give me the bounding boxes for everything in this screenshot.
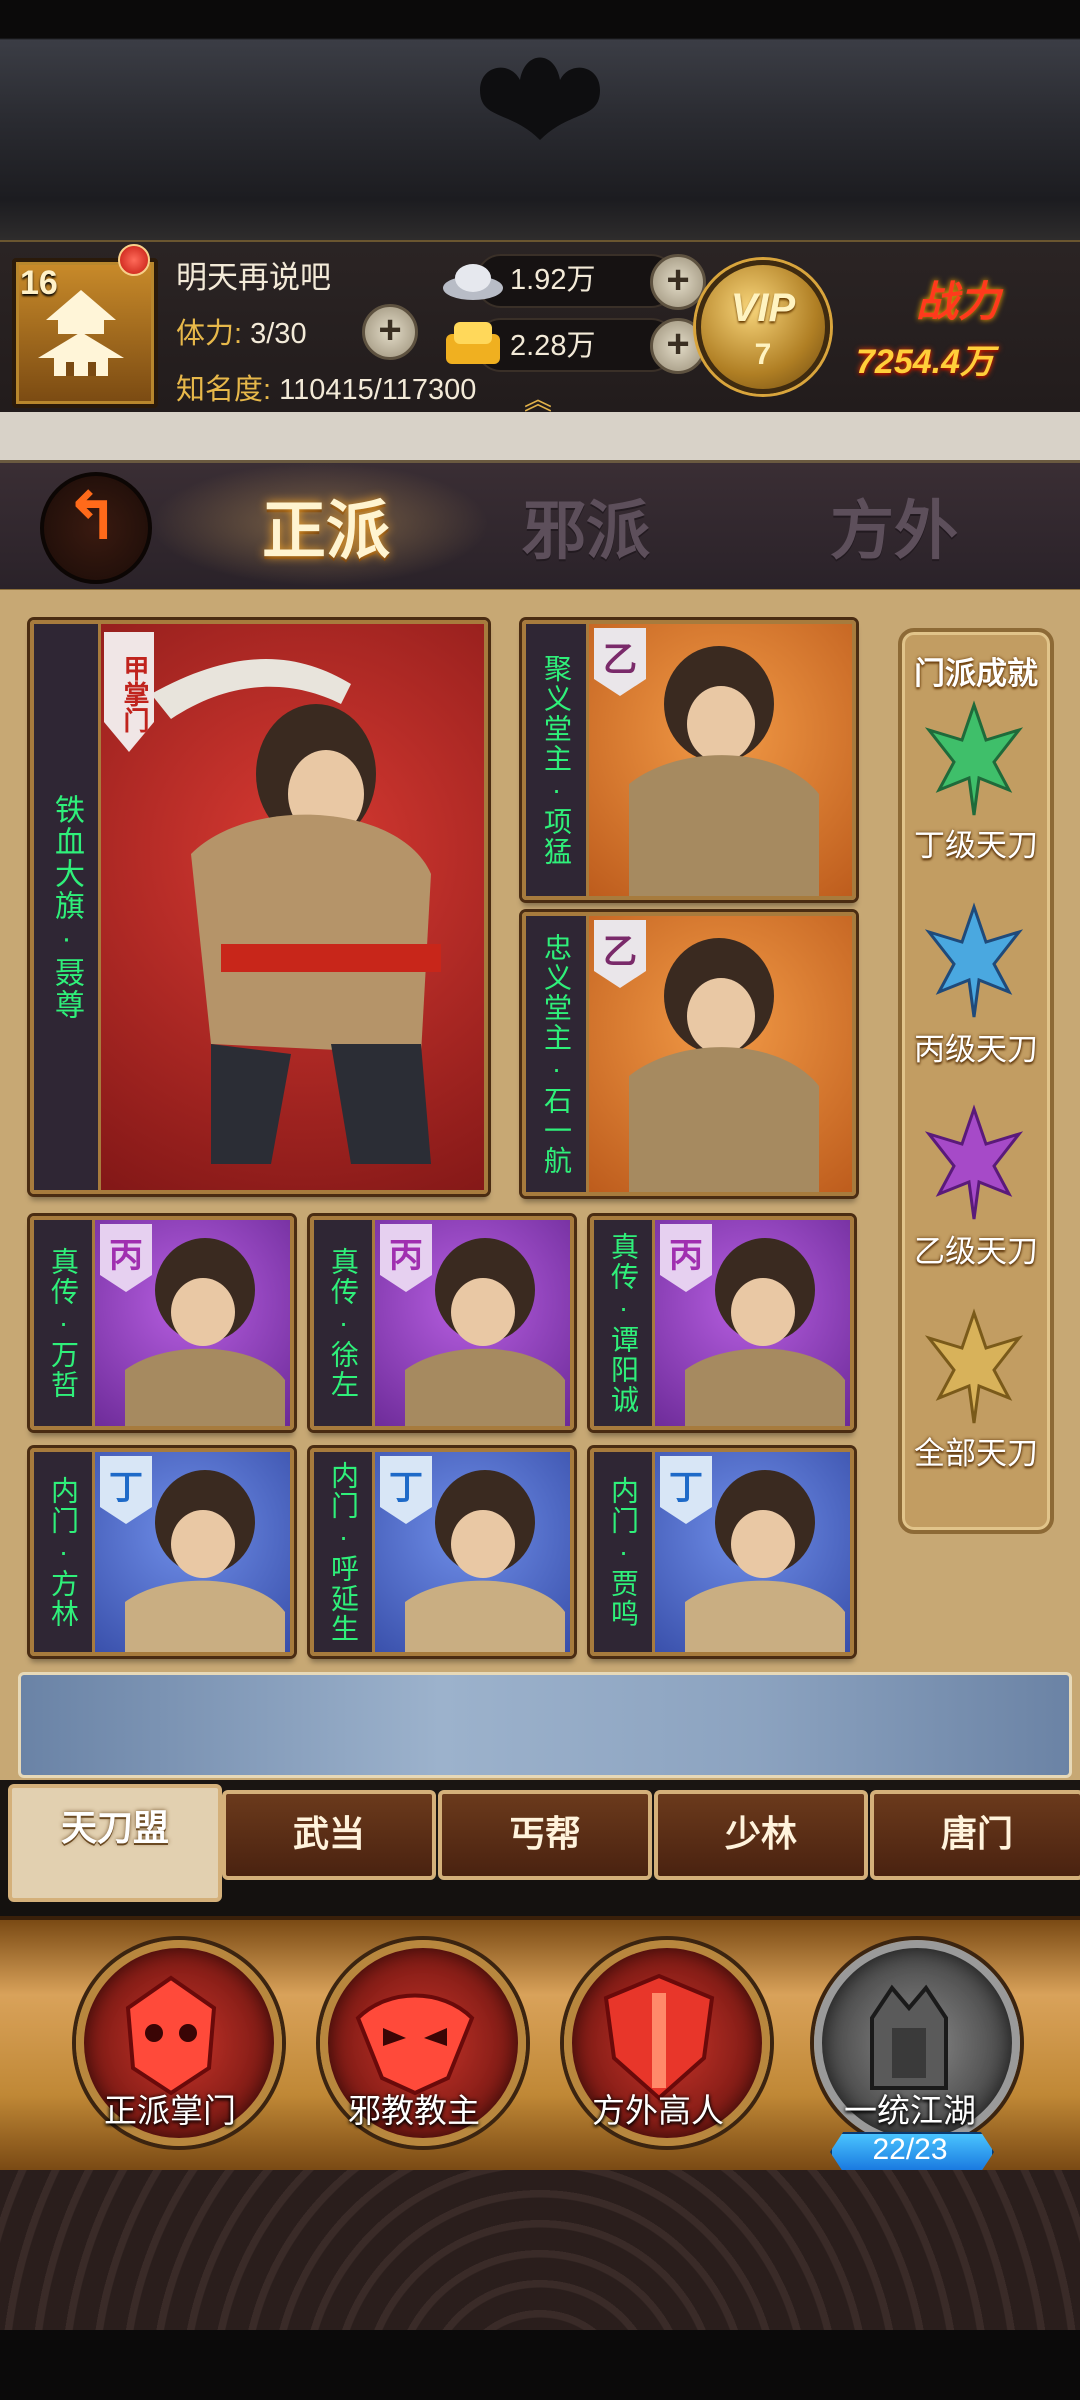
vip-label: VIP	[730, 286, 796, 330]
elder-card-1[interactable]: 聚义堂主·项猛 乙	[522, 620, 856, 900]
disciple-name: 内门·呼延生	[314, 1452, 375, 1652]
achievement-label: 丁级天刀	[914, 828, 1038, 863]
purple-blade-icon[interactable]	[924, 1104, 1024, 1224]
gold-blade-icon[interactable]	[924, 1308, 1024, 1428]
leader-name: 铁血大旗·聂尊	[34, 624, 101, 1190]
disciple-name: 真传·徐左	[314, 1220, 375, 1426]
disciple-card-bing-3[interactable]: 真传·谭阳诚 丙	[590, 1216, 854, 1430]
leader-card[interactable]: 铁血大旗·聂尊 甲掌门	[30, 620, 488, 1194]
leader-portrait	[101, 624, 484, 1190]
ranking-label: 方外高人	[592, 2092, 724, 2129]
tab-zhengpai[interactable]: 正派	[196, 480, 456, 572]
tab-shaolin[interactable]: 少林	[654, 1790, 868, 1880]
ranking-label: 正派掌门	[104, 2092, 236, 2129]
bottom-edge	[0, 2330, 1080, 2400]
tab-fangwai[interactable]: 方外	[764, 480, 1024, 572]
power-label: 战力	[916, 278, 1001, 325]
fame-label: 知名度:	[176, 374, 272, 406]
disciple-name: 真传·万哲	[34, 1220, 95, 1426]
achievement-label: 丙级天刀	[914, 1032, 1038, 1067]
elder-2-name: 忠义堂主·石一航	[526, 916, 589, 1192]
blue-blade-icon[interactable]	[924, 902, 1024, 1022]
elder-1-name: 聚义堂主·项猛	[526, 624, 589, 896]
vip-level: 7	[754, 338, 772, 371]
achievement-label: 乙级天刀	[914, 1234, 1038, 1269]
unify-progress-text: 22/23	[872, 2133, 948, 2166]
disciple-card-ding-1[interactable]: 内门·方林 丁	[30, 1448, 294, 1656]
fame-value: 110415/117300	[279, 374, 477, 406]
ranking-label: 邪教教主	[348, 2092, 480, 2129]
achievement-label: 全部天刀	[914, 1436, 1038, 1471]
stamina-display: 体力: 3/30	[176, 310, 307, 352]
sect-banner	[18, 1672, 1072, 1778]
stamina-value: 3/30	[250, 318, 307, 350]
tab-tiandaomeng[interactable]: 天刀盟	[8, 1784, 222, 1902]
add-stamina-button[interactable]: +	[362, 304, 418, 360]
tab-gaibang[interactable]: 丐帮	[438, 1790, 652, 1880]
disciple-card-bing-1[interactable]: 真传·万哲 丙	[30, 1216, 294, 1430]
back-arrow-icon: ↰	[64, 479, 120, 553]
disciple-card-ding-2[interactable]: 内门·呼延生 丁	[310, 1448, 574, 1656]
fame-display: 知名度: 110415/117300	[176, 366, 476, 408]
achievement-title: 门派成就	[914, 656, 1038, 691]
player-level: 16	[20, 264, 58, 302]
tab-xiepai[interactable]: 邪派	[456, 480, 716, 572]
elder-card-2[interactable]: 忠义堂主·石一航 乙	[522, 912, 856, 1196]
disciple-card-bing-2[interactable]: 真传·徐左 丙	[310, 1216, 574, 1430]
disciple-name: 内门·贾鸣	[594, 1452, 655, 1652]
green-blade-icon[interactable]	[924, 700, 1024, 820]
tab-wudang[interactable]: 武当	[222, 1790, 436, 1880]
power-value: 7254.4万	[856, 343, 994, 381]
disciple-card-ding-3[interactable]: 内门·贾鸣 丁	[590, 1448, 854, 1656]
gold-amount: 2.28万	[510, 330, 596, 362]
stamina-label: 体力:	[176, 318, 243, 350]
silver-amount: 1.92万	[510, 264, 596, 296]
silver-ingot-icon	[443, 264, 503, 300]
swordsman-figure	[151, 659, 441, 1164]
notification-dot	[118, 244, 150, 276]
ranking-label: 一统江湖	[844, 2092, 976, 2129]
disciple-name: 内门·方林	[34, 1452, 95, 1652]
gold-ingot-icon	[446, 322, 500, 364]
cloud-ornament-icon	[480, 57, 600, 140]
disciple-name: 真传·谭阳诚	[594, 1220, 655, 1426]
player-name: 明天再说吧	[176, 260, 331, 295]
tab-tangmen[interactable]: 唐门	[870, 1790, 1080, 1880]
divider	[0, 412, 1080, 460]
